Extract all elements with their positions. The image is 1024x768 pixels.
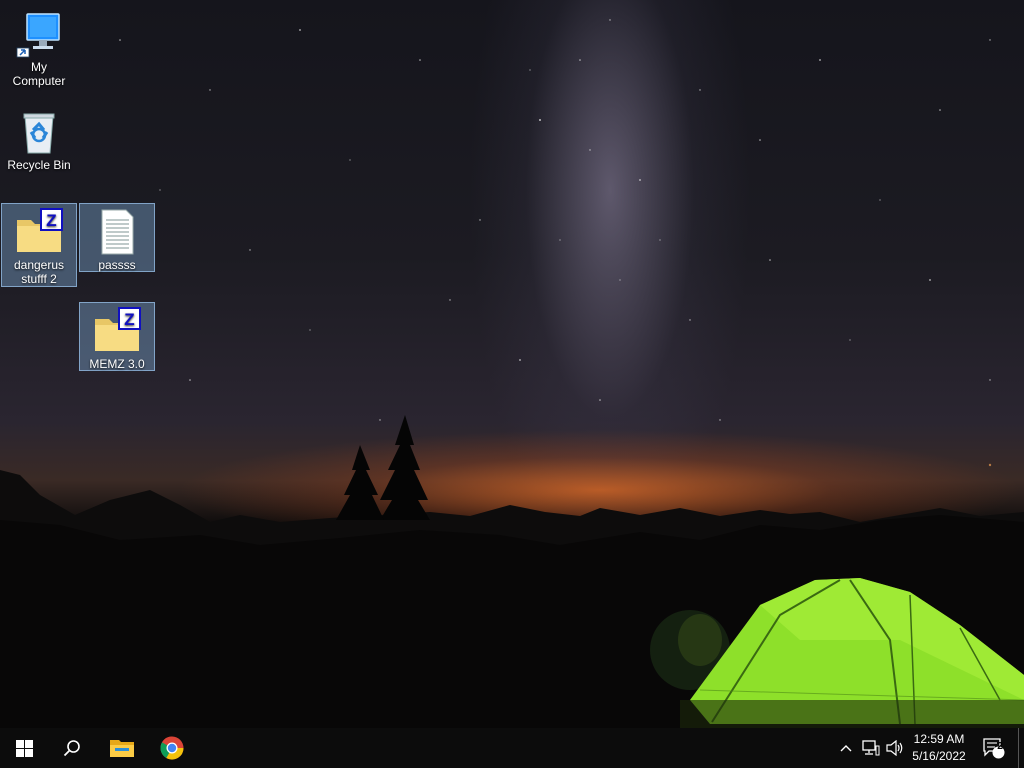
desktop-icon-label: passss xyxy=(98,258,136,272)
volume-icon xyxy=(886,740,903,756)
notification-count-badge: 2 xyxy=(997,741,1003,752)
search-button[interactable] xyxy=(48,728,96,768)
taskbar: 12:59 AM 5/16/2022 2 xyxy=(0,728,1024,768)
show-desktop-divider xyxy=(1018,728,1019,768)
svg-text:Z: Z xyxy=(46,211,56,230)
tray-overflow-button[interactable] xyxy=(836,728,856,768)
desktop-icon-dangerus-stufff-2[interactable]: Z dangerus stufff 2 xyxy=(1,203,77,287)
taskbar-file-explorer[interactable] xyxy=(98,728,146,768)
desktop-icon-label: My Computer xyxy=(12,60,66,88)
chevron-up-icon xyxy=(840,745,852,752)
volume-button[interactable] xyxy=(884,728,906,768)
zip-folder-icon: Z xyxy=(15,208,63,256)
desktop-icon-my-computer[interactable]: My Computer xyxy=(1,6,77,91)
clock-time: 12:59 AM xyxy=(913,732,965,746)
search-icon xyxy=(63,740,80,757)
action-center-button[interactable]: 2 xyxy=(978,728,1008,768)
taskbar-chrome[interactable] xyxy=(148,728,196,768)
text-document-icon xyxy=(93,208,141,256)
desktop-icon-label: MEMZ 3.0 xyxy=(89,357,145,371)
zip-folder-icon: Z xyxy=(93,307,141,355)
start-button[interactable] xyxy=(0,728,48,768)
desktop[interactable]: My Computer Recycle Bin Z dangerus stuff… xyxy=(0,0,1024,728)
network-button[interactable] xyxy=(858,728,884,768)
desktop-icon-label: dangerus stufff 2 xyxy=(13,258,65,286)
svg-text:Z: Z xyxy=(124,310,134,329)
desktop-icon-recycle-bin[interactable]: Recycle Bin xyxy=(1,104,77,175)
clock[interactable]: 12:59 AM 5/16/2022 xyxy=(904,731,974,765)
clock-date: 5/16/2022 xyxy=(912,749,966,763)
recycle-bin-icon xyxy=(15,108,63,156)
file-explorer-icon xyxy=(110,740,134,757)
chrome-icon xyxy=(160,736,184,760)
desktop-icon-label: Recycle Bin xyxy=(7,158,71,172)
desktop-icon-passss[interactable]: passss xyxy=(79,203,155,272)
windows-start-icon xyxy=(15,739,33,757)
computer-icon xyxy=(15,10,63,58)
network-icon xyxy=(862,740,880,756)
desktop-icon-memz[interactable]: Z MEMZ 3.0 xyxy=(79,302,155,371)
